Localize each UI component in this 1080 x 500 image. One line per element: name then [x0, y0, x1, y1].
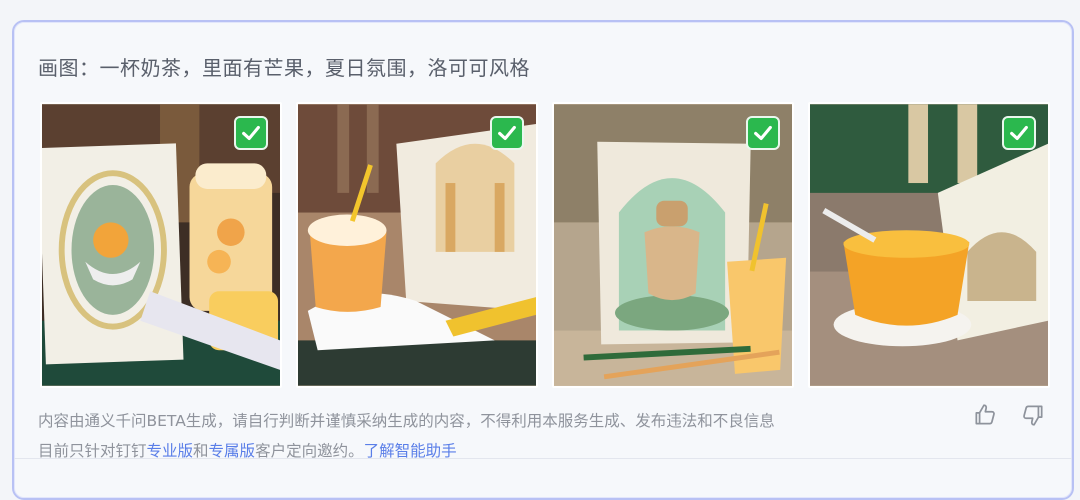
thumbs-down-icon[interactable] [1020, 402, 1046, 428]
thumbs-up-icon[interactable] [972, 402, 998, 428]
selected-check-icon[interactable] [746, 116, 780, 150]
ai-response-card: 画图：一杯奶茶，里面有芒果，夏日氛围，洛可可风格 内容由通义千问BETA生成，请… [12, 20, 1074, 500]
selected-check-icon[interactable] [490, 116, 524, 150]
selected-check-icon[interactable] [234, 116, 268, 150]
generated-image-2[interactable] [296, 102, 538, 388]
generated-image-3[interactable] [552, 102, 794, 388]
disclaimer-line-1: 内容由通义千问BETA生成，请自行判断并谨慎采纳生成的内容，不得利用本服务生成、… [38, 412, 775, 430]
feedback-bar [972, 402, 1046, 428]
selected-check-icon[interactable] [1002, 116, 1036, 150]
divider [14, 458, 1072, 459]
image-grid [40, 102, 1050, 388]
disclaimer: 内容由通义千问BETA生成，请自行判断并谨慎采纳生成的内容，不得利用本服务生成、… [38, 406, 775, 466]
generated-image-4[interactable] [808, 102, 1050, 388]
disclaimer-line-2: 目前只针对钉钉专业版和专属版客户定向邀约。了解智能助手 [38, 436, 775, 466]
generated-image-1[interactable] [40, 102, 282, 388]
prompt-text: 画图：一杯奶茶，里面有芒果，夏日氛围，洛可可风格 [38, 56, 530, 80]
